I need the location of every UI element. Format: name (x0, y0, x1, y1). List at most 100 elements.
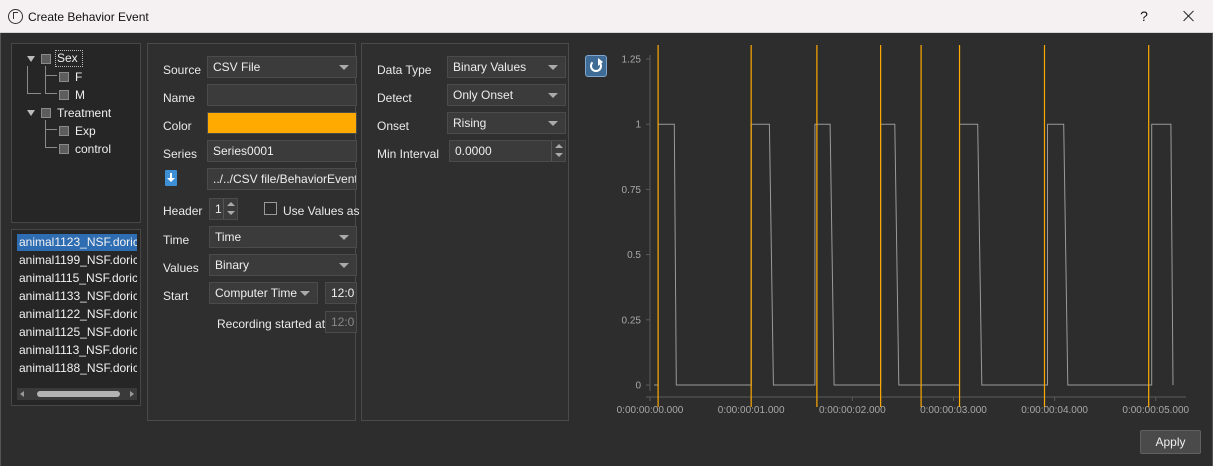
list-item[interactable]: animal1113_NSF.doric (17, 342, 137, 359)
spin-down-icon[interactable] (555, 153, 563, 157)
tree-checkbox[interactable] (59, 144, 69, 154)
detect-label: Detect (377, 91, 412, 105)
list-item[interactable]: animal1199_NSF.doric (17, 252, 137, 269)
source-label: Source (163, 63, 202, 77)
time-column-value: Time (215, 230, 242, 244)
app-logo-icon (8, 9, 23, 24)
x-axis: 0:00:00:00.000 0:00:00:01.000 0:00:00:02.0… (617, 396, 1190, 416)
scrollbar-thumb[interactable] (37, 391, 120, 397)
tree-item-label: control (75, 142, 112, 156)
y-tick-label: 0.25 (622, 315, 642, 326)
start-time-input[interactable]: 12:0 (325, 282, 357, 304)
use-values-checkbox[interactable] (264, 202, 277, 215)
data-type-label: Data Type (377, 63, 432, 77)
signal-series (654, 123, 1174, 386)
spin-down-icon[interactable] (227, 211, 235, 215)
tree-checkbox[interactable] (41, 108, 51, 118)
recording-start-input: 12:0 (325, 311, 357, 333)
spin-buttons[interactable] (551, 141, 565, 161)
y-tick-label: 0 (635, 381, 641, 392)
horizontal-scrollbar[interactable] (17, 388, 137, 400)
header-spinbox[interactable]: 1 (209, 198, 238, 220)
tree-item-label: F (75, 70, 83, 84)
name-label: Name (163, 91, 196, 105)
y-tick-label: 1.25 (622, 55, 642, 66)
use-values-label: Use Values as I (283, 204, 367, 218)
title-bar: Create Behavior Event ? (0, 0, 1213, 33)
signal-line (654, 123, 1174, 386)
tree-item-label: Exp (75, 124, 96, 138)
source-settings-panel: Source CSV File Name Color Series Series… (147, 43, 366, 421)
signal-chart: 00.250.50.7511.25 0:00:00:00.000 0:00:00:… (617, 45, 1190, 416)
list-item[interactable]: animal1115_NSF.doric (17, 270, 137, 287)
list-item[interactable]: animal1123_NSF.doric (17, 234, 137, 251)
time-label: Time (163, 233, 190, 247)
detection-settings-panel: Data Type Binary Values Detect Only Onse… (361, 43, 569, 421)
scroll-left-icon[interactable] (20, 391, 24, 397)
list-item[interactable]: animal1125_NSF.doric (17, 324, 137, 341)
start-mode-dropdown[interactable]: Computer Time (209, 282, 318, 304)
tree-checkbox[interactable] (59, 72, 69, 82)
tree-branch-line (45, 129, 57, 130)
tree-checkbox[interactable] (59, 126, 69, 136)
tree-branch-line (27, 93, 41, 94)
close-icon[interactable] (1175, 4, 1203, 28)
load-file-icon[interactable] (165, 170, 177, 186)
x-tick-label: 0:00:00:03.000 (920, 405, 987, 416)
data-type-dropdown[interactable]: Binary Values (447, 56, 566, 78)
x-tick-label: 0:00:00:04.000 (1021, 405, 1088, 416)
y-axis: 0 0.25 0.5 0.75 1 1.25 (622, 55, 651, 392)
start-mode-value: Computer Time (215, 286, 298, 300)
header-label: Header (163, 204, 203, 218)
list-item[interactable]: animal1133_NSF.doric (17, 288, 137, 305)
tree-branch-line (27, 66, 28, 94)
spin-buttons[interactable] (223, 199, 237, 219)
tree-item-label: M (75, 88, 85, 102)
data-type-value: Binary Values (453, 60, 527, 74)
tree-branch-line (45, 75, 57, 76)
expand-arrow-icon[interactable] (27, 56, 35, 62)
name-input[interactable] (207, 84, 357, 106)
header-value: 1 (215, 202, 222, 216)
file-list: animal1123_NSF.doric animal1199_NSF.dori… (11, 229, 141, 406)
y-tick-label: 1 (635, 120, 641, 131)
min-interval-spinbox[interactable]: 0.0000 (449, 140, 566, 162)
list-item[interactable]: animal1122_NSF.doric (17, 306, 137, 323)
group-tree: Sex F M Treatment Exp control (11, 43, 141, 223)
tree-branch-line (45, 120, 46, 148)
dialog-body: Sex F M Treatment Exp control animal1123… (0, 33, 1213, 466)
tree-checkbox[interactable] (59, 90, 69, 100)
values-label: Values (163, 261, 199, 275)
color-label: Color (163, 119, 192, 133)
event-markers (657, 45, 1150, 407)
color-picker[interactable] (207, 112, 357, 134)
list-item[interactable]: animal1188_NSF.doric (17, 360, 137, 377)
x-tick-label: 0:00:00:05.000 (1122, 405, 1189, 416)
min-interval-value: 0.0000 (455, 144, 492, 158)
time-column-dropdown[interactable]: Time (209, 226, 357, 248)
spin-up-icon[interactable] (227, 202, 235, 206)
apply-button[interactable]: Apply (1140, 430, 1201, 454)
scroll-right-icon[interactable] (130, 391, 134, 397)
expand-arrow-icon[interactable] (27, 110, 35, 116)
tree-checkbox[interactable] (41, 54, 51, 64)
y-tick-label: 0.5 (627, 250, 641, 261)
x-tick-label: 0:00:00:02.000 (819, 405, 886, 416)
values-column-dropdown[interactable]: Binary (209, 254, 357, 276)
detect-dropdown[interactable]: Only Onset (447, 84, 566, 106)
tree-branch-line (45, 66, 46, 94)
tree-item-label: Treatment (57, 106, 112, 120)
recording-started-label: Recording started at (217, 317, 326, 331)
source-value: CSV File (213, 60, 261, 74)
x-tick-label: 0:00:00:00.000 (617, 405, 684, 416)
help-button[interactable]: ? (1132, 5, 1156, 27)
onset-label: Onset (377, 119, 410, 133)
source-dropdown[interactable]: CSV File (207, 56, 357, 78)
spin-up-icon[interactable] (555, 144, 563, 148)
detect-value: Only Onset (453, 88, 514, 102)
series-input[interactable]: Series0001 (207, 140, 357, 162)
onset-value: Rising (453, 116, 487, 130)
onset-dropdown[interactable]: Rising (447, 112, 566, 134)
file-path-field[interactable]: ../../CSV file/BehaviorEvent (207, 168, 357, 190)
start-label: Start (163, 289, 189, 303)
